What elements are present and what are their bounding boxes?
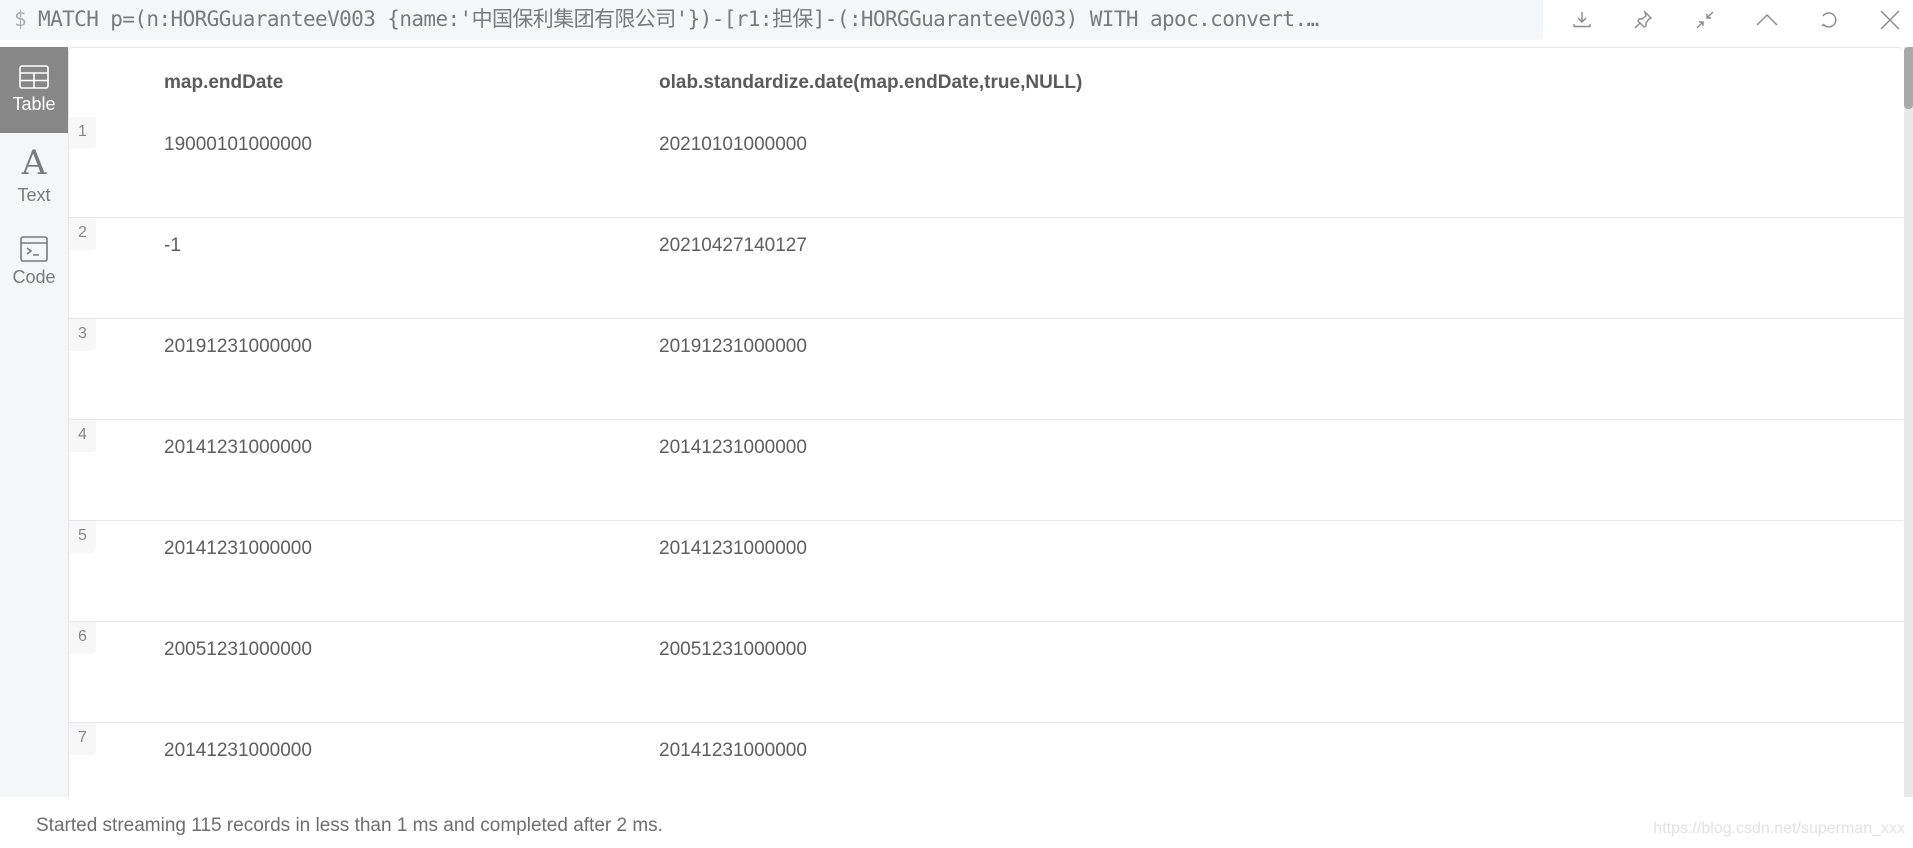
table-row: 7 20141231000000 20141231000000 (69, 723, 1903, 797)
collapse-icon (1696, 11, 1714, 29)
table-icon (19, 65, 49, 89)
table-cell: 20051231000000 (164, 639, 312, 660)
row-number: 1 (69, 117, 96, 149)
table-cell: 20141231000000 (659, 437, 807, 458)
query-bar: $ MATCH p=(n:HORGGuaranteeV003 {name:'中国保… (0, 0, 1913, 47)
row-number: 3 (69, 319, 96, 351)
download-icon (1573, 12, 1591, 28)
query-editor[interactable]: $ MATCH p=(n:HORGGuaranteeV003 {name:'中国保… (0, 0, 1543, 40)
scrollbar[interactable] (1904, 47, 1913, 797)
result-table: map.endDate olab.standardize.date(map.en… (68, 47, 1903, 797)
view-tab-table[interactable]: Table (0, 47, 68, 133)
row-number: 5 (69, 521, 96, 553)
table-cell: 20141231000000 (659, 538, 807, 559)
table-header: map.endDate olab.standardize.date(map.en… (69, 48, 1903, 118)
table-row: 4 20141231000000 20141231000000 (69, 420, 1903, 521)
prompt-symbol: $ (14, 7, 27, 31)
table-cell: 20191231000000 (164, 336, 312, 357)
view-tab-code[interactable]: Code (0, 219, 68, 305)
collapse-button[interactable] (1751, 4, 1783, 36)
row-number: 2 (69, 218, 96, 250)
table-row: 1 19000101000000 20210101000000 (69, 117, 1903, 218)
view-tab-text[interactable]: A Text (0, 133, 68, 219)
table-cell: 20141231000000 (164, 538, 312, 559)
close-button[interactable] (1874, 4, 1906, 36)
status-message: Started streaming 115 records in less th… (36, 815, 663, 836)
minimize-button[interactable] (1689, 4, 1721, 36)
text-icon: A (21, 143, 47, 183)
watermark: https://blog.csdn.net/superman_xxx (1653, 820, 1905, 837)
table-row: 6 20051231000000 20051231000000 (69, 622, 1903, 723)
query-text[interactable]: MATCH p=(n:HORGGuaranteeV003 {name:'中国保利… (38, 7, 1319, 31)
scrollbar-thumb[interactable] (1904, 47, 1913, 109)
row-number: 6 (69, 622, 96, 654)
rerun-icon (1821, 12, 1837, 28)
table-cell: -1 (164, 235, 181, 256)
column-header[interactable]: map.endDate (164, 72, 283, 94)
pin-icon (1634, 9, 1653, 29)
column-header[interactable]: olab.standardize.date(map.endDate,true,N… (659, 72, 1082, 94)
table-cell: 20191231000000 (659, 336, 807, 357)
table-cell: 20141231000000 (164, 437, 312, 458)
view-tab-label: Code (12, 267, 56, 287)
export-button[interactable] (1566, 4, 1598, 36)
table-row: 5 20141231000000 20141231000000 (69, 521, 1903, 622)
pin-button[interactable] (1627, 4, 1659, 36)
code-icon (20, 236, 48, 262)
table-cell: 19000101000000 (164, 134, 312, 155)
table-cell: 20141231000000 (164, 740, 312, 761)
table-row: 2 -1 20210427140127 (69, 218, 1903, 319)
row-number: 7 (69, 723, 96, 755)
table-cell: 20051231000000 (659, 639, 807, 660)
view-switcher: Table A Text Code (0, 47, 68, 797)
rerun-button[interactable] (1813, 4, 1845, 36)
table-row: 3 20191231000000 20191231000000 (69, 319, 1903, 420)
view-tab-label: Table (12, 94, 56, 114)
row-number: 4 (69, 420, 96, 452)
table-cell: 20141231000000 (659, 740, 807, 761)
chevron-up-icon (1756, 14, 1778, 26)
table-cell: 20210427140127 (659, 235, 807, 256)
view-tab-label: Text (17, 185, 51, 205)
table-cell: 20210101000000 (659, 134, 807, 155)
close-icon (1880, 10, 1900, 30)
